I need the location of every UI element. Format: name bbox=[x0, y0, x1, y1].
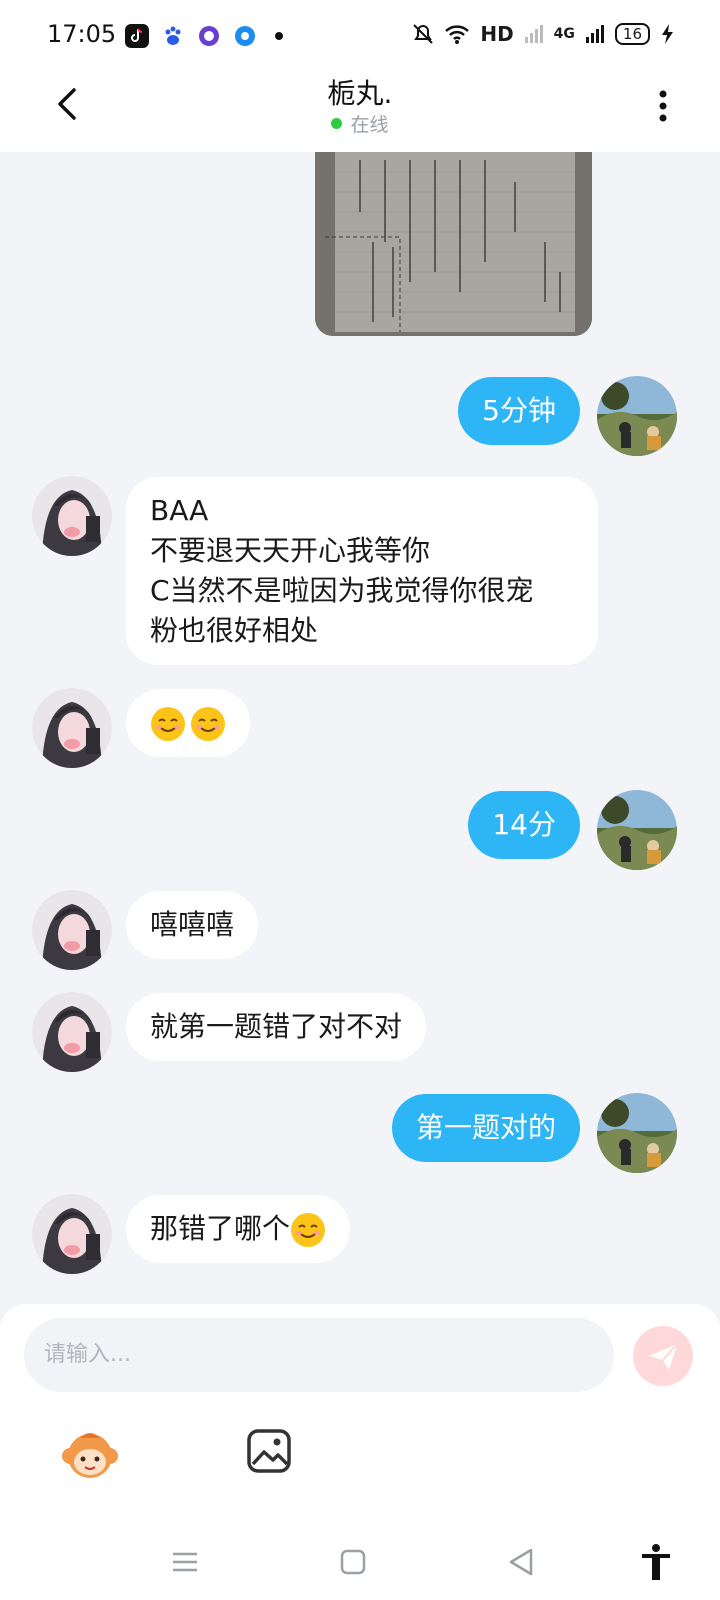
message-line: BAA bbox=[150, 494, 209, 527]
incoming-message[interactable]: 那错了哪个 bbox=[126, 1195, 351, 1263]
message-text: 就第一题错了对不对 bbox=[150, 1010, 403, 1043]
mute-bell-icon bbox=[413, 24, 434, 44]
outgoing-message[interactable]: 14分 bbox=[468, 791, 580, 859]
system-nav-bar bbox=[0, 1524, 720, 1600]
image-icon bbox=[247, 1429, 291, 1473]
purple-app-icon bbox=[197, 24, 221, 48]
online-status: 在线 bbox=[0, 110, 720, 137]
incoming-message[interactable]: 嘻嘻嘻 bbox=[126, 891, 259, 959]
message-text: 那错了哪个 bbox=[150, 1212, 291, 1245]
image-picker-button[interactable] bbox=[246, 1428, 292, 1474]
nav-menu-button[interactable] bbox=[165, 1542, 205, 1582]
accessibility-button[interactable] bbox=[636, 1542, 676, 1582]
status-bar: 17:05 HD 4G 16 bbox=[0, 0, 720, 70]
home-square-icon bbox=[340, 1549, 366, 1575]
composer: 请输入... bbox=[0, 1304, 720, 1524]
my-avatar[interactable] bbox=[597, 790, 677, 870]
message-line: C当然不是啦因为我觉得你很宠 bbox=[150, 574, 534, 607]
message-text: 嘻嘻嘻 bbox=[150, 908, 235, 941]
charging-icon bbox=[662, 24, 673, 44]
incoming-message[interactable]: 就第一题错了对不对 bbox=[126, 993, 427, 1061]
more-options-button[interactable] bbox=[648, 86, 678, 126]
baidu-icon bbox=[161, 24, 185, 48]
contact-avatar[interactable] bbox=[32, 476, 112, 556]
homework-photo bbox=[315, 152, 592, 336]
status-right: HD 4G 16 bbox=[412, 22, 674, 46]
tiktok-icon bbox=[125, 24, 149, 48]
contact-avatar[interactable] bbox=[32, 1194, 112, 1274]
outgoing-message[interactable]: 第一题对的 bbox=[391, 1094, 580, 1162]
contact-avatar[interactable] bbox=[32, 890, 112, 970]
status-time: 17:05 bbox=[47, 20, 117, 48]
notification-icons bbox=[125, 24, 283, 48]
online-dot bbox=[331, 118, 343, 129]
nav-back-button[interactable] bbox=[501, 1542, 541, 1582]
send-icon bbox=[649, 1343, 678, 1370]
network-label: HD bbox=[480, 22, 514, 46]
battery-level: 16 bbox=[614, 23, 650, 45]
wifi-icon bbox=[445, 25, 470, 44]
incoming-emoji-message[interactable] bbox=[126, 689, 250, 757]
image-message[interactable] bbox=[315, 152, 592, 336]
my-avatar[interactable] bbox=[597, 1093, 677, 1173]
contact-avatar[interactable] bbox=[32, 992, 112, 1072]
contact-avatar[interactable] bbox=[32, 688, 112, 768]
outgoing-message[interactable]: 5分钟 bbox=[458, 377, 580, 445]
monkey-sticker-icon bbox=[62, 1433, 118, 1478]
incoming-message[interactable]: BAA 不要退天天开心我等你 C当然不是啦因为我觉得你很宠 粉也很好相处 bbox=[126, 477, 598, 665]
sticker-button[interactable] bbox=[60, 1426, 120, 1486]
blue-app-icon bbox=[233, 24, 257, 48]
input-placeholder: 请输入... bbox=[44, 1342, 131, 1367]
online-status-label: 在线 bbox=[350, 114, 389, 136]
more-notifications-dot bbox=[275, 32, 283, 40]
my-avatar[interactable] bbox=[597, 376, 677, 456]
accessibility-icon bbox=[642, 1544, 670, 1580]
signal-icon bbox=[524, 25, 543, 43]
smiling-face-icon bbox=[151, 707, 185, 741]
message-text: 5分钟 bbox=[482, 394, 556, 427]
message-line: 不要退天天开心我等你 bbox=[150, 534, 431, 567]
smiling-face-icon bbox=[291, 1213, 326, 1247]
signal-type-label: 4G bbox=[553, 26, 575, 42]
menu-icon bbox=[173, 1552, 197, 1572]
back-triangle-icon bbox=[509, 1548, 533, 1576]
message-text: 第一题对的 bbox=[415, 1111, 556, 1144]
message-line: 粉也很好相处 bbox=[150, 614, 319, 647]
more-vertical-icon bbox=[659, 90, 667, 122]
contact-name: 栀丸. bbox=[327, 77, 393, 110]
message-list[interactable]: 5分钟 BAA 不要退天天开心我等你 C当然不是啦因为我觉得你很宠 粉也很好相处… bbox=[0, 152, 720, 1312]
smiling-face-icon bbox=[191, 707, 225, 741]
nav-home-button[interactable] bbox=[333, 1542, 373, 1582]
message-input[interactable]: 请输入... bbox=[24, 1318, 614, 1392]
message-text: 14分 bbox=[492, 808, 556, 841]
send-button[interactable] bbox=[633, 1326, 693, 1386]
signal-full-icon bbox=[585, 25, 604, 43]
chat-header: 栀丸. 在线 bbox=[0, 70, 720, 152]
